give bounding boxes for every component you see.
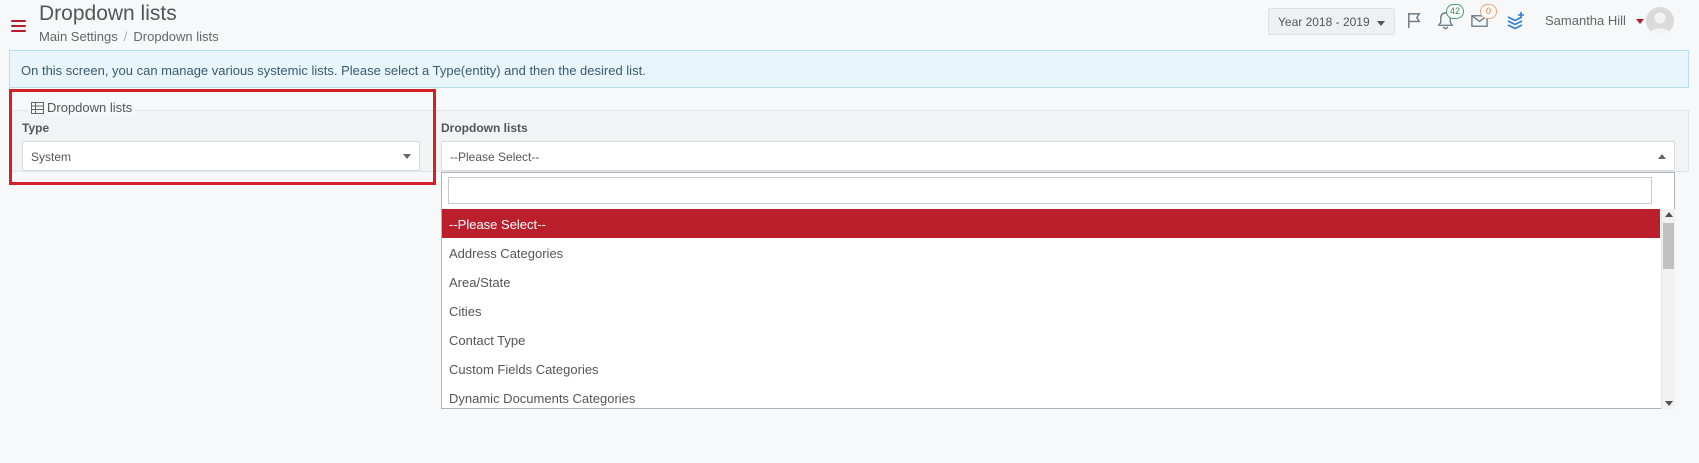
fieldset-legend-label: Dropdown lists [47,100,133,115]
dropdown-list-menu: --Please Select-- Address Categories Area/… [441,172,1675,409]
dropdown-option[interactable]: Area/State [442,267,1660,296]
type-select[interactable]: System [22,141,420,171]
dropdown-list-select[interactable]: --Please Select-- [441,141,1675,171]
type-label: Type [22,121,50,135]
dropdown-search-input[interactable] [448,177,1652,204]
info-message: On this screen, you can manage various s… [9,50,1689,88]
dropdown-option[interactable]: Custom Fields Categories [442,354,1660,383]
flag-icon[interactable] [1405,11,1425,31]
dropdown-option[interactable]: Address Categories [442,238,1660,267]
hamburger-menu-icon[interactable] [11,20,26,33]
scroll-up-arrow-icon[interactable] [1665,212,1673,217]
layers-add-icon[interactable] [1506,11,1526,31]
notifications-bell-icon[interactable]: 42 [1436,4,1465,31]
dropdown-option[interactable]: --Please Select-- [442,209,1660,238]
breadcrumb-current: Dropdown lists [133,29,219,44]
type-select-value: System [31,150,72,164]
breadcrumb-main-settings[interactable]: Main Settings [39,29,118,44]
breadcrumb-separator: / [123,29,128,44]
user-menu-caret-icon[interactable] [1636,19,1644,24]
year-selector-label: Year 2018 - 2019 [1278,15,1370,29]
messages-envelope-icon[interactable]: 0 [1470,4,1497,31]
messages-badge: 0 [1480,4,1497,19]
notifications-badge: 42 [1446,4,1465,19]
breadcrumb: Main Settings / Dropdown lists [39,29,219,44]
dropdown-list-label: Dropdown lists [441,121,528,135]
dropdown-option[interactable]: Contact Type [442,325,1660,354]
top-bar: Dropdown lists Main Settings / Dropdown li… [0,0,1699,48]
fieldset-legend: Dropdown lists [28,100,136,115]
dropdown-options-list: --Please Select-- Address Categories Area/… [442,209,1660,409]
chevron-up-icon [1658,154,1666,159]
scrollbar-thumb[interactable] [1663,223,1674,269]
dropdown-scrollbar[interactable] [1661,209,1675,409]
user-name[interactable]: Samantha Hill [1545,13,1626,28]
scroll-down-arrow-icon[interactable] [1665,401,1673,406]
dropdown-option[interactable]: Dynamic Documents Categories [442,383,1660,409]
info-message-text: On this screen, you can manage various s… [21,63,646,78]
caret-down-icon [1377,21,1385,26]
chevron-down-icon [403,154,411,159]
year-selector[interactable]: Year 2018 - 2019 [1268,8,1395,35]
dropdown-list-select-value: --Please Select-- [450,150,540,164]
table-icon [31,102,44,114]
avatar[interactable] [1646,7,1674,35]
page-title: Dropdown lists [39,2,177,25]
dropdown-option[interactable]: Cities [442,296,1660,325]
